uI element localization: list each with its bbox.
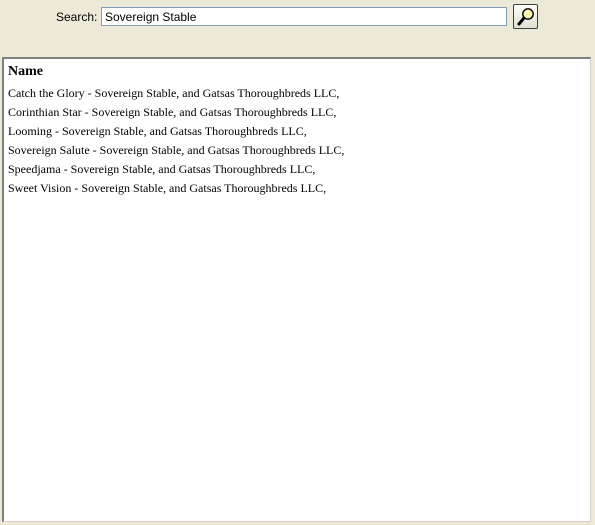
list-item[interactable]: Sweet Vision - Sovereign Stable, and Gat… <box>8 179 344 198</box>
list-item[interactable]: Speedjama - Sovereign Stable, and Gatsas… <box>8 160 344 179</box>
magnifier-icon <box>517 8 534 26</box>
list-item[interactable]: Catch the Glory - Sovereign Stable, and … <box>8 84 344 103</box>
results-panel: Name Catch the Glory - Sovereign Stable,… <box>2 57 591 522</box>
search-label: Search: <box>56 10 98 24</box>
list-item[interactable]: Corinthian Star - Sovereign Stable, and … <box>8 103 344 122</box>
list-item[interactable]: Looming - Sovereign Stable, and Gatsas T… <box>8 122 344 141</box>
search-button[interactable] <box>513 4 538 29</box>
search-bar: Search: <box>0 0 595 40</box>
results-list: Catch the Glory - Sovereign Stable, and … <box>8 84 344 198</box>
list-item[interactable]: Sovereign Salute - Sovereign Stable, and… <box>8 141 344 160</box>
column-header-name: Name <box>8 64 43 79</box>
search-input[interactable] <box>101 7 507 26</box>
